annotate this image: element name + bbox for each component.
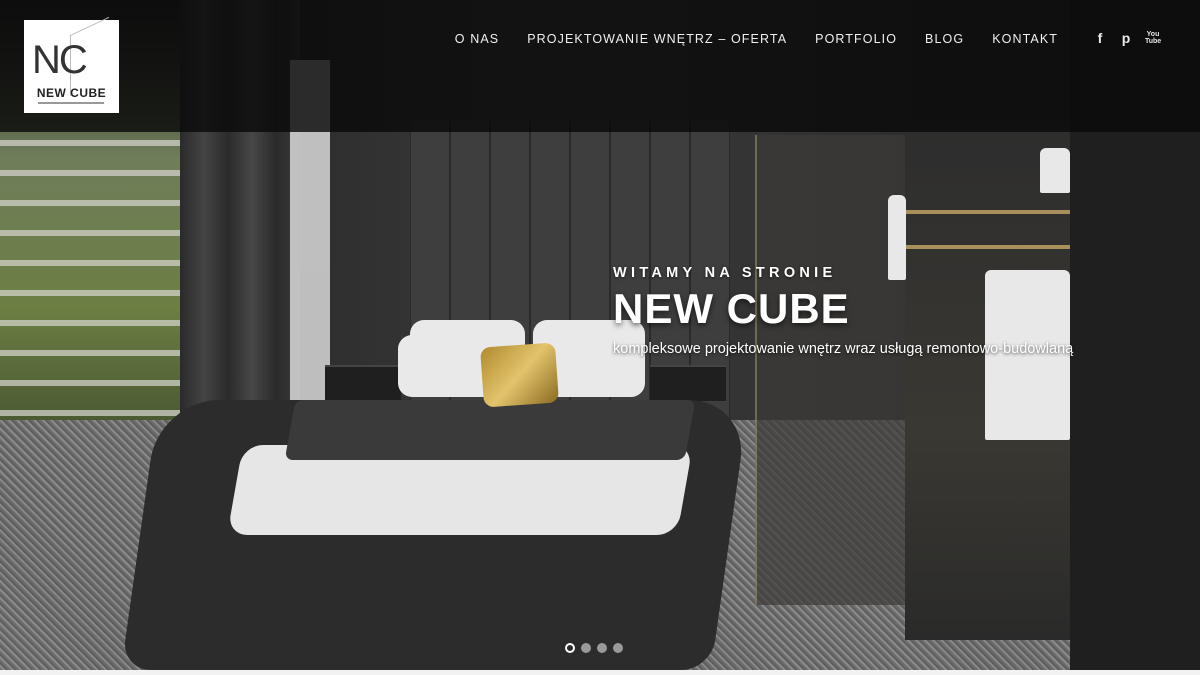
glass-wardrobe: [755, 135, 907, 605]
nav-item-portfolio[interactable]: PORTFOLIO: [801, 32, 911, 46]
logo[interactable]: NC NEW CUBE: [24, 16, 119, 113]
closet-rod: [905, 210, 1070, 214]
bed-throw: [284, 400, 696, 460]
nav-item-o-nas[interactable]: O NAS: [441, 32, 513, 46]
nav-item-oferta[interactable]: PROJEKTOWANIE WNĘTRZ – OFERTA: [513, 32, 801, 46]
slider-dot-3[interactable]: [597, 643, 607, 653]
hero-title: NEW CUBE: [613, 285, 850, 332]
nav-item-blog[interactable]: BLOG: [911, 32, 978, 46]
page-bottom-edge: [0, 670, 1200, 675]
hero-subtitle: kompleksowe projektowanie wnętrz wraz us…: [613, 341, 1074, 357]
hanging-shirt: [1040, 148, 1070, 193]
nav-item-kontakt[interactable]: KONTAKT: [978, 32, 1072, 46]
pinterest-icon[interactable]: p: [1119, 30, 1133, 46]
nightstand: [325, 365, 401, 401]
youtube-icon[interactable]: You Tube: [1145, 31, 1161, 45]
gold-pillow: [479, 342, 560, 408]
social-links: f p You Tube: [1093, 30, 1162, 46]
nightstand: [650, 365, 726, 401]
slider-pagination: [565, 643, 623, 653]
main-nav: O NAS PROJEKTOWANIE WNĘTRZ – OFERTA PORT…: [441, 32, 1072, 46]
facebook-icon[interactable]: f: [1093, 30, 1107, 46]
slider-dot-4[interactable]: [613, 643, 623, 653]
logo-name: NEW CUBE: [36, 86, 107, 100]
hero-kicker: WITAMY NA STRONIE: [613, 265, 837, 281]
site-header: NC NEW CUBE O NAS PROJEKTOWANIE WNĘTRZ –…: [0, 0, 1200, 132]
logo-tagline-line: [38, 102, 104, 104]
closet-rod: [905, 245, 1070, 249]
slider-dot-1[interactable]: [565, 643, 575, 653]
slider-dot-2[interactable]: [581, 643, 591, 653]
hero-caption: WITAMY NA STRONIE NEW CUBE kompleksowe p…: [613, 265, 1073, 357]
logo-mark: NC: [32, 38, 88, 82]
